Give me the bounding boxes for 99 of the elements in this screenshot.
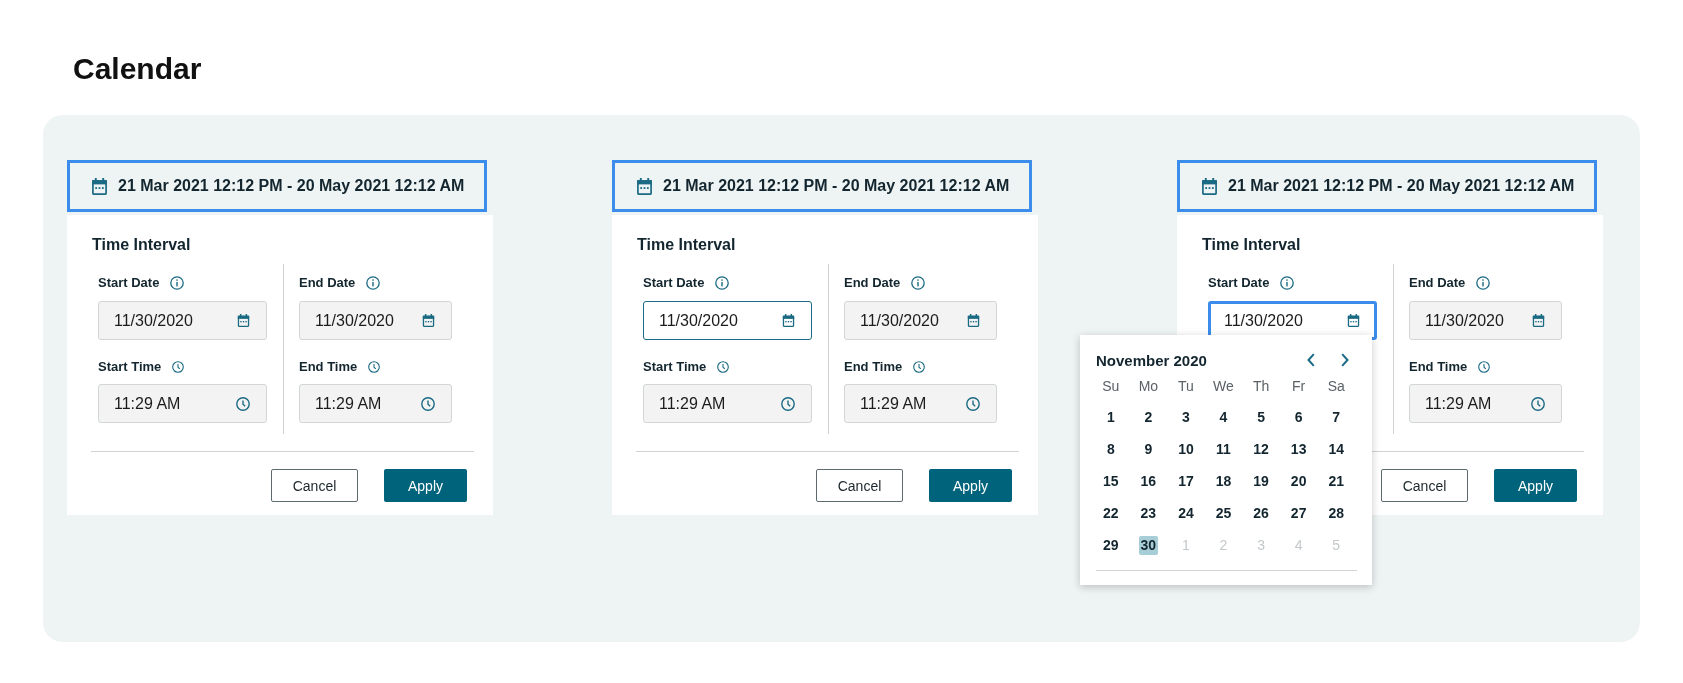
field-label: End Time — [299, 359, 358, 375]
weekday-label: Sa — [1327, 377, 1345, 395]
date-range-button[interactable]: 21 Mar 2021 12:12 PM - 20 May 2021 12:12 AM — [67, 160, 487, 212]
clock-icon — [717, 361, 730, 373]
time-input-field[interactable]: 11:29 AM — [299, 384, 452, 423]
calendar-icon — [237, 314, 250, 327]
calendar-icon — [967, 314, 980, 327]
day-button[interactable]: 28 — [1326, 503, 1346, 523]
clock-icon — [172, 361, 185, 373]
calendar-icon — [636, 177, 653, 195]
time-input-field[interactable]: 11:29 AM — [1409, 384, 1562, 423]
info-icon — [1280, 276, 1295, 290]
calendar-icon — [91, 177, 108, 195]
day-button[interactable]: 17 — [1176, 471, 1196, 491]
apply-button[interactable]: Apply — [929, 469, 1012, 502]
day-button[interactable]: 30 — [1138, 535, 1159, 555]
day-button[interactable]: 11 — [1214, 439, 1233, 459]
day-button[interactable]: 3 — [1180, 407, 1192, 427]
calendar-icon — [1347, 314, 1360, 327]
day-button[interactable]: 7 — [1330, 407, 1343, 427]
date-input-field[interactable]: 11/30/2020 — [643, 301, 812, 340]
chevron-left-icon[interactable] — [1307, 353, 1315, 367]
weekday-label: Th — [1252, 377, 1270, 395]
info-icon — [170, 276, 185, 290]
field-label: End Time — [1409, 359, 1468, 375]
date-input-field[interactable]: 11/30/2020 — [1409, 301, 1562, 340]
clock-icon — [1478, 361, 1491, 373]
clock-icon — [913, 361, 926, 373]
day-button[interactable]: 12 — [1251, 439, 1271, 459]
info-icon — [1476, 276, 1491, 290]
popover-title: Time Interval — [1202, 235, 1301, 254]
cancel-button[interactable]: Cancel — [271, 469, 358, 502]
calendar-icon — [782, 314, 795, 327]
cancel-button[interactable]: Cancel — [816, 469, 903, 502]
weekday-label: Su — [1102, 377, 1120, 395]
day-button[interactable]: 26 — [1251, 503, 1271, 523]
popover-title: Time Interval — [92, 235, 191, 254]
weekday-label: Fr — [1292, 377, 1306, 395]
day-button[interactable]: 6 — [1292, 407, 1305, 427]
chevron-right-icon[interactable] — [1341, 353, 1349, 367]
field-label: End Date — [844, 275, 901, 291]
day-button[interactable]: 1 — [1104, 407, 1117, 427]
day-button[interactable]: 22 — [1101, 503, 1121, 523]
day-button[interactable]: 14 — [1326, 439, 1346, 459]
info-icon — [911, 276, 926, 290]
day-button[interactable]: 8 — [1104, 439, 1117, 459]
day-button[interactable]: 16 — [1138, 471, 1159, 491]
weekday-label: Tu — [1178, 377, 1194, 395]
field-label: Start Date — [98, 275, 160, 291]
cancel-button[interactable]: Cancel — [1381, 469, 1468, 502]
page-title: Calendar — [73, 51, 202, 87]
field-label: Start Time — [98, 359, 162, 375]
clock-icon — [421, 396, 435, 411]
day-button[interactable]: 19 — [1251, 471, 1271, 491]
day-button[interactable]: 25 — [1213, 503, 1234, 523]
day-button[interactable]: 10 — [1176, 439, 1196, 459]
day-button[interactable]: 5 — [1255, 407, 1267, 427]
day-button[interactable]: 9 — [1142, 439, 1155, 459]
info-icon — [366, 276, 381, 290]
clock-icon — [368, 361, 381, 373]
field-label: End Date — [1409, 275, 1466, 291]
field-label: Start Date — [1208, 275, 1270, 291]
day-button[interactable]: 20 — [1288, 471, 1309, 491]
popover-title: Time Interval — [637, 235, 736, 254]
time-input-field[interactable]: 11:29 AM — [98, 384, 267, 423]
calendar-icon — [1532, 314, 1545, 327]
day-button[interactable]: 18 — [1213, 471, 1234, 491]
calendar-icon — [422, 314, 435, 327]
weekday-label: Mo — [1138, 377, 1159, 395]
date-input-field[interactable]: 11/30/2020 — [98, 301, 267, 340]
field-label: End Date — [299, 275, 356, 291]
clock-icon — [781, 396, 795, 411]
date-range-button[interactable]: 21 Mar 2021 12:12 PM - 20 May 2021 12:12 AM — [1177, 160, 1597, 212]
clock-icon — [236, 396, 250, 411]
apply-button[interactable]: Apply — [384, 469, 467, 502]
day-button[interactable]: 23 — [1138, 503, 1159, 523]
month-title: November 2020 — [1096, 351, 1207, 369]
day-button[interactable]: 24 — [1176, 503, 1196, 523]
clock-icon — [1531, 396, 1545, 411]
clock-icon — [966, 396, 980, 411]
day-button[interactable]: 21 — [1326, 471, 1346, 491]
field-label: End Time — [844, 359, 903, 375]
date-range-button[interactable]: 21 Mar 2021 12:12 PM - 20 May 2021 12:12 AM — [612, 160, 1032, 212]
day-button[interactable]: 15 — [1101, 471, 1121, 491]
day-button[interactable]: 13 — [1288, 439, 1309, 459]
date-input-field[interactable]: 11/30/2020 — [844, 301, 997, 340]
time-input-field[interactable]: 11:29 AM — [844, 384, 997, 423]
field-label: Start Time — [643, 359, 707, 375]
day-button[interactable]: 29 — [1101, 535, 1121, 555]
apply-button[interactable]: Apply — [1494, 469, 1577, 502]
info-icon — [715, 276, 730, 290]
field-label: Start Date — [643, 275, 705, 291]
day-button[interactable]: 4 — [1217, 407, 1230, 427]
time-input-field[interactable]: 11:29 AM — [643, 384, 812, 423]
day-button[interactable]: 2 — [1142, 407, 1155, 427]
date-input-field[interactable]: 11/30/2020 — [299, 301, 452, 340]
day-button[interactable]: 27 — [1288, 503, 1309, 523]
weekday-label: We — [1213, 377, 1234, 395]
calendar-icon — [1201, 177, 1218, 195]
